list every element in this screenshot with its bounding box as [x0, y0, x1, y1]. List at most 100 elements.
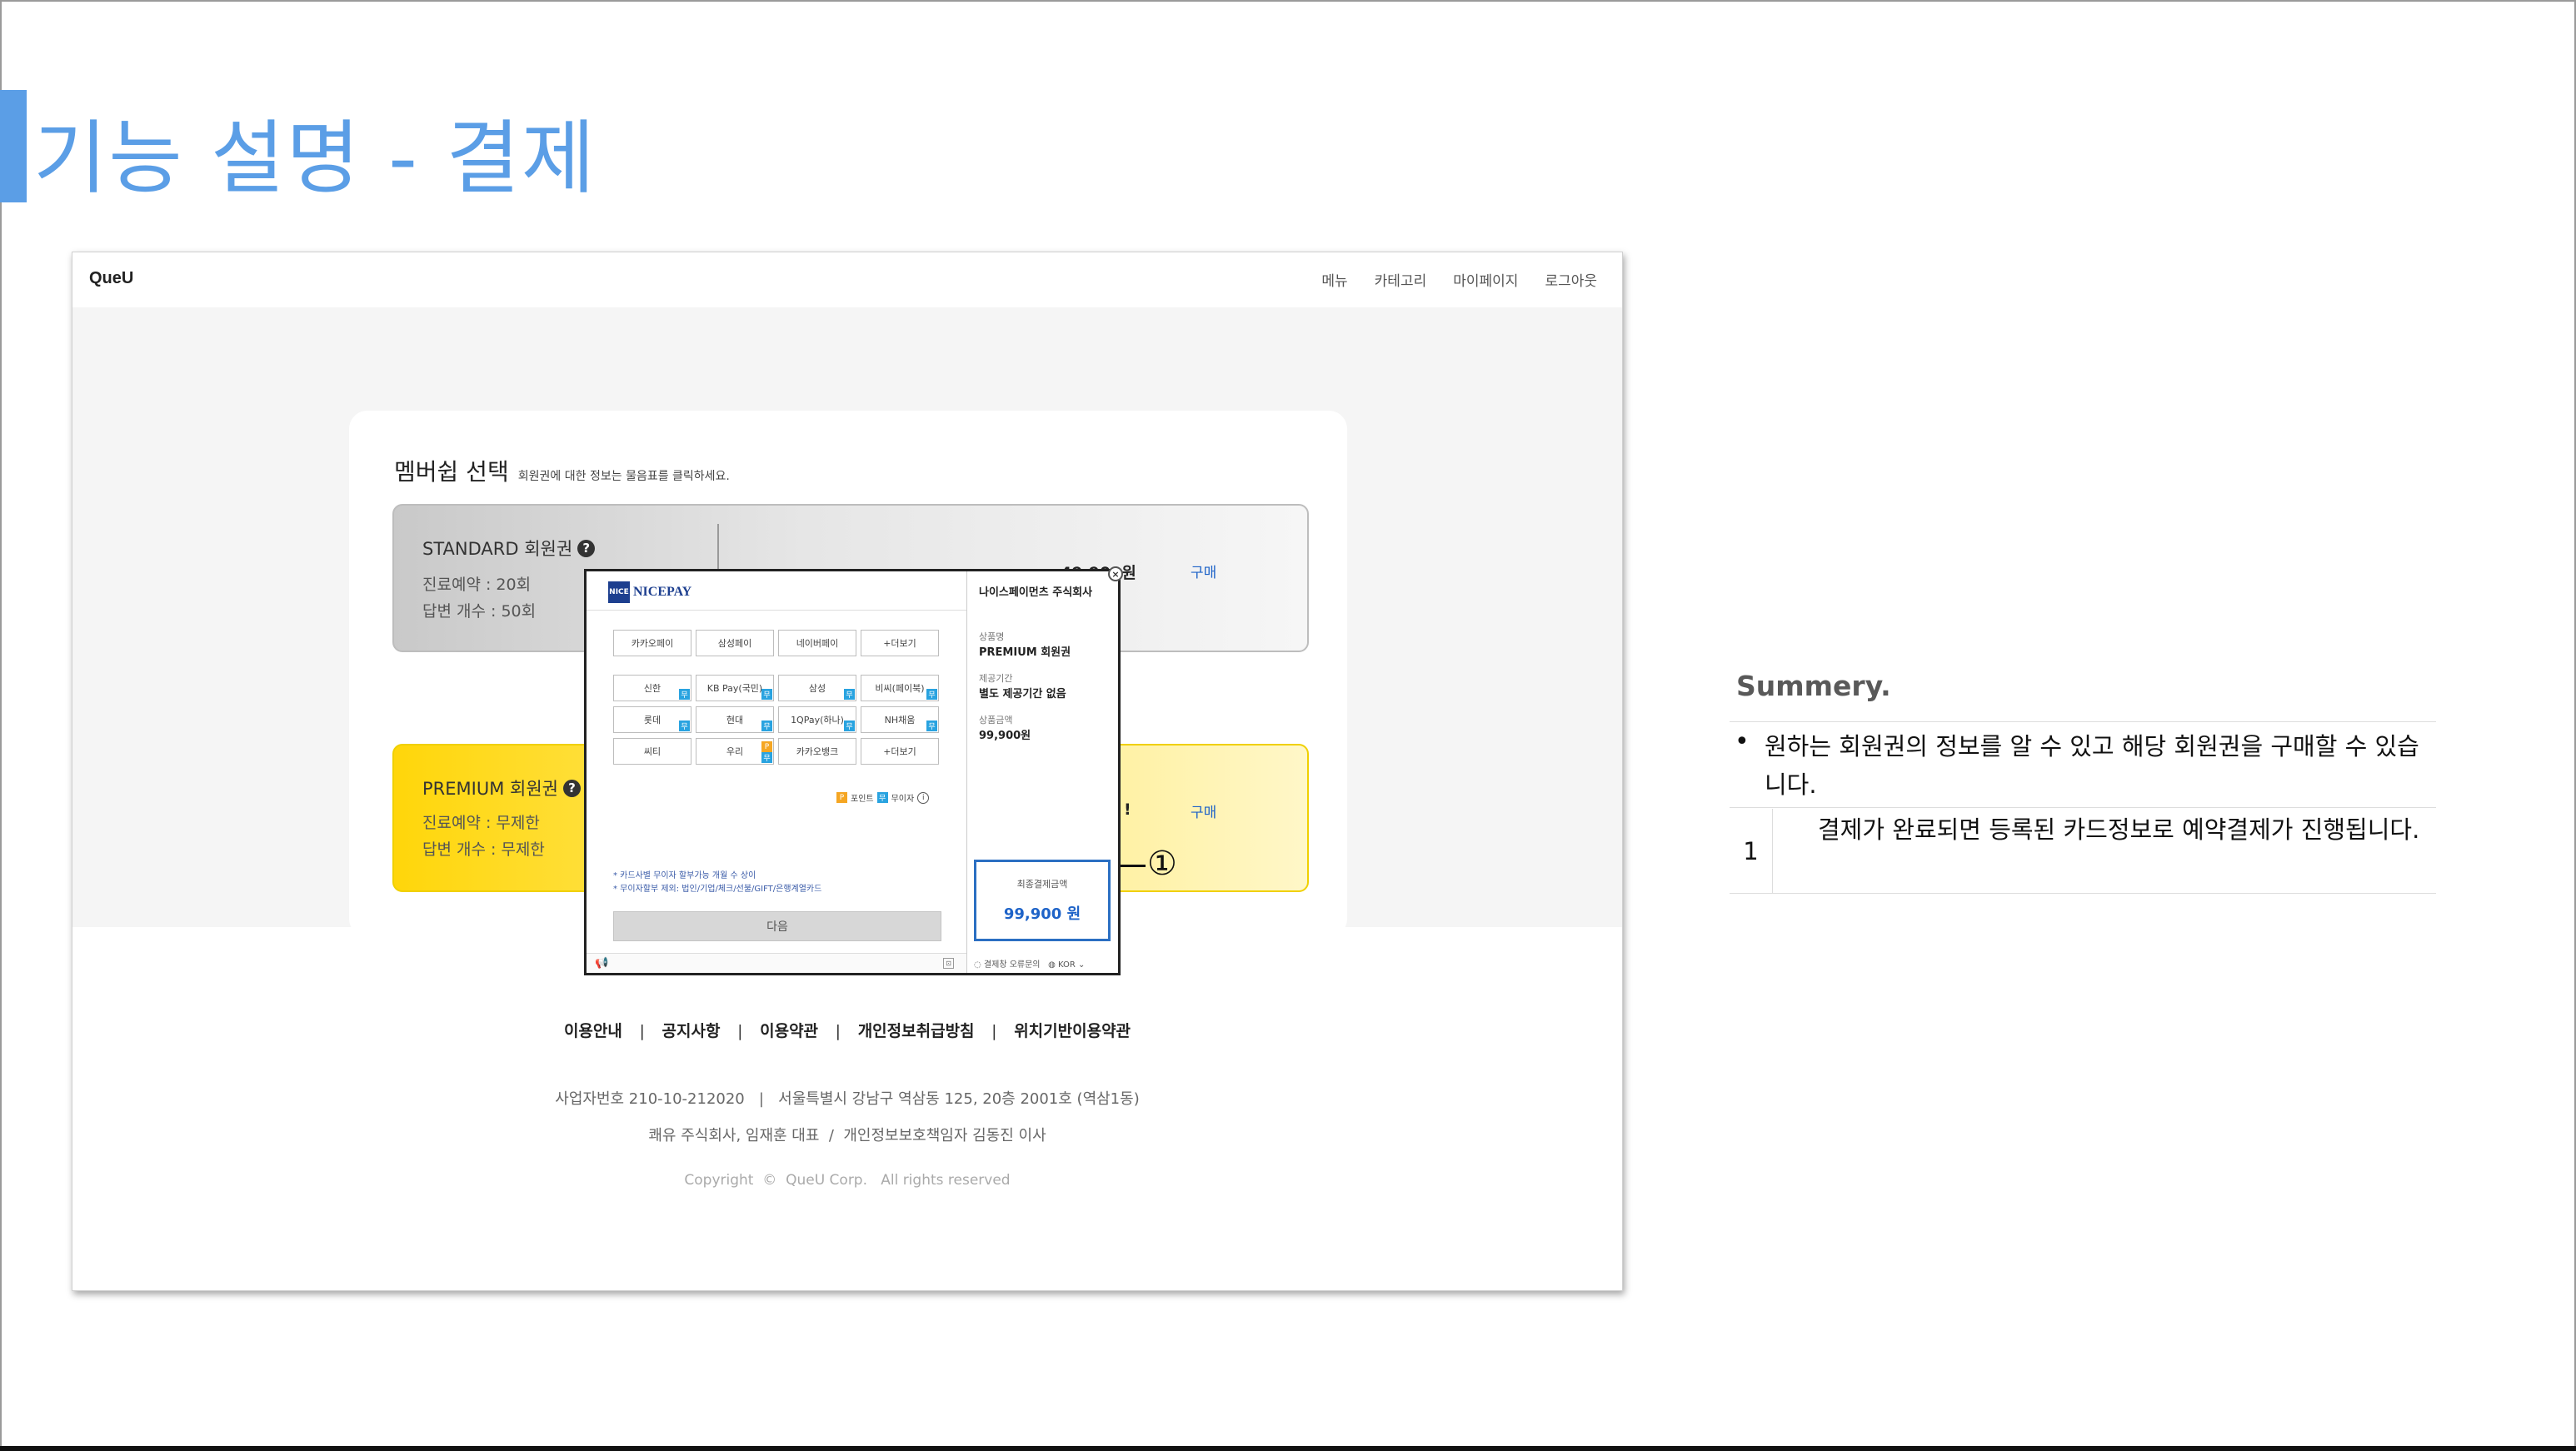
card-option[interactable]: NH채움 무 — [861, 706, 939, 733]
card-label: 롯데 — [643, 715, 661, 726]
site-logo[interactable]: QueU — [89, 269, 133, 288]
slide-border-bottom — [0, 1446, 2576, 1451]
plan-premium-price: ! — [1124, 800, 1131, 819]
card-option[interactable]: 롯데무 — [613, 706, 691, 733]
card-option[interactable]: +더보기 — [861, 738, 939, 765]
amount-value: 99,900원 — [979, 730, 1031, 742]
next-button[interactable]: 다음 — [613, 911, 941, 941]
product-name-value: PREMIUM 회원권 — [979, 646, 1071, 659]
product-name-label: 상품명 — [979, 631, 1005, 642]
plan-standard-reservation: 진료예약 : 20회 — [422, 576, 532, 594]
footer-link-terms[interactable]: 이용약관 — [760, 1022, 818, 1040]
question-circle-icon[interactable]: ? — [562, 779, 581, 797]
footer-links: 이용안내 | 공지사항 | 이용약관 | 개인정보취급방침 | 위치기반이용약관 — [72, 1019, 1622, 1041]
card-label: 현대 — [726, 715, 744, 726]
language-select[interactable]: KOR — [1058, 960, 1076, 970]
footer-separator: | — [991, 1022, 997, 1040]
interest-free-badge: 무 — [761, 721, 772, 731]
interest-free-badge: 무 — [679, 689, 690, 700]
card-label: 비씨(페이북) — [875, 683, 925, 694]
summary-step-row: 1 결제가 완료되면 등록된 카드정보로 예약결제가 진행됩니다. — [1730, 809, 2436, 894]
card-option[interactable]: 삼성 무 — [778, 675, 856, 701]
footer-link-notice[interactable]: 공지사항 — [662, 1022, 721, 1040]
footer-link-location-terms[interactable]: 위치기반이용약관 — [1014, 1022, 1131, 1040]
summary-bullet-text: 원하는 회원권의 정보를 알 수 있고 해당 회원권을 구매할 수 있습니다. — [1765, 732, 2419, 799]
nav-category[interactable]: 카테고리 — [1375, 269, 1427, 290]
nav-mypage[interactable]: 마이페이지 — [1453, 269, 1518, 290]
period-label: 제공기간 — [979, 673, 1013, 684]
point-badge: P — [761, 741, 772, 752]
question-circle-icon[interactable]: ? — [577, 539, 596, 557]
browser-mockup: QueU 메뉴 카테고리 마이페이지 로그아웃 멤버쉽 선택 회원권에 대한 정… — [72, 252, 1623, 1291]
footer-link-guide[interactable]: 이용안내 — [564, 1022, 622, 1040]
card-label: 카카오뱅크 — [796, 746, 839, 757]
interest-free-badge: 무 — [926, 721, 937, 731]
chevron-down-icon: ⌄ — [1078, 960, 1086, 970]
plan-premium-buy-button[interactable]: 구매 — [1191, 800, 1216, 821]
summary-step-number: 1 — [1730, 809, 1773, 893]
card-option[interactable]: 우리 P 무 — [696, 738, 774, 765]
card-label: 우리 — [726, 746, 744, 757]
card-option[interactable]: 비씨(페이북) 무 — [861, 675, 939, 701]
globe-icon: ◍ — [1048, 960, 1056, 970]
nicepay-logo: NICE NICEPAY — [608, 581, 691, 603]
expand-icon[interactable]: ⊡ — [943, 958, 954, 969]
megaphone-icon[interactable]: 📢 — [595, 957, 608, 970]
card-label: 씨티 — [643, 746, 661, 757]
easy-pay-kakaopay[interactable]: 카카오페이 — [613, 630, 691, 656]
top-nav: QueU 메뉴 카테고리 마이페이지 로그아웃 — [72, 252, 1622, 307]
card-option[interactable]: 카카오뱅크 — [778, 738, 856, 765]
easy-pay-more[interactable]: +더보기 — [861, 630, 939, 656]
plan-premium-name: PREMIUM 회원권 ? — [422, 775, 581, 800]
card-option[interactable]: 1QPay(하나) 무 — [778, 706, 856, 733]
summary-step-text: 결제가 완료되면 등록된 카드정보로 예약결제가 진행됩니다. — [1818, 815, 2420, 844]
popup-payment-methods: NICE NICEPAY 카카오페이 삼성페이 네이버페이 +더보기 신한 무 K… — [587, 571, 966, 973]
info-icon[interactable]: i — [917, 791, 930, 804]
footer-business-info: 사업자번호 210-10-212020 | 서울특별시 강남구 역삼동 125,… — [555, 1090, 1140, 1108]
final-amount-label: 최종결제금액 — [1016, 879, 1068, 890]
easy-pay-samsungpay[interactable]: 삼성페이 — [696, 630, 774, 656]
bullet-marker: • — [1735, 727, 1750, 756]
plan-standard-answers: 답변 개수 : 50회 — [422, 602, 537, 621]
interest-free-legend-label: 무이자 — [891, 795, 915, 804]
easy-pay-naverpay[interactable]: 네이버페이 — [778, 630, 856, 656]
footer-link-privacy[interactable]: 개인정보취급방침 — [858, 1022, 975, 1040]
callout-line — [1121, 865, 1146, 867]
footer-company-info: 쾌유 주식회사, 임재훈 대표 / 개인정보보호책임자 김동진 이사 — [648, 1127, 1046, 1144]
slide-border-left — [0, 0, 2, 1451]
plan-premium-reservation: 진료예약 : 무제한 — [422, 814, 540, 832]
amount-label: 상품금액 — [979, 715, 1013, 726]
plan-standard-title: STANDARD 회원권 — [422, 539, 573, 559]
card-option[interactable]: 씨티 — [613, 738, 691, 765]
summary-bullet-row: • 원하는 회원권의 정보를 알 수 있고 해당 회원권을 구매할 수 있습니다… — [1730, 721, 2436, 808]
plan-premium-answers: 답변 개수 : 무제한 — [422, 840, 545, 859]
easy-pay-grid: 카카오페이 삼성페이 네이버페이 +더보기 — [613, 630, 939, 656]
period-value: 별도 제공기간 없음 — [979, 688, 1066, 701]
callout-number: ① — [1147, 845, 1177, 883]
point-legend-label: 포인트 — [851, 795, 874, 804]
card-option[interactable]: KB Pay(국민) 무 — [696, 675, 774, 701]
card-option[interactable]: 현대무 — [696, 706, 774, 733]
interest-free-badge: 무 — [761, 752, 772, 763]
nav-logout[interactable]: 로그아웃 — [1545, 269, 1597, 290]
interest-free-badge: 무 — [876, 792, 888, 803]
error-inquiry-link[interactable]: 결제창 오류문의 — [984, 960, 1041, 970]
nav-menu[interactable]: 메뉴 — [1321, 269, 1347, 290]
popup-company-name: 나이스페이먼츠 주식회사 — [979, 586, 1093, 599]
badge-legend: P 포인트 무 무이자 i — [836, 791, 930, 804]
card-label: KB Pay(국민) — [706, 683, 763, 694]
popup-header-divider — [587, 610, 966, 611]
final-amount-box: 최종결제금액 99,900 원 — [974, 860, 1111, 941]
membership-title: 멤버쉽 선택 — [394, 458, 509, 486]
card-label: 1QPay(하나) — [791, 715, 844, 726]
card-option[interactable]: 신한 무 — [613, 675, 691, 701]
point-badge: P — [836, 792, 847, 803]
final-amount-value: 99,900 원 — [1003, 905, 1081, 923]
plan-standard-buy-button[interactable]: 구매 — [1191, 561, 1216, 581]
interest-free-badge: 무 — [926, 689, 937, 700]
popup-bottom-bar: 📢 ⊡ — [587, 953, 966, 973]
close-icon[interactable]: × — [1108, 566, 1123, 581]
nicepay-popup: NICE NICEPAY 카카오페이 삼성페이 네이버페이 +더보기 신한 무 K… — [584, 566, 1123, 975]
interest-free-badge: 무 — [679, 721, 690, 731]
footer-separator: | — [835, 1022, 841, 1040]
